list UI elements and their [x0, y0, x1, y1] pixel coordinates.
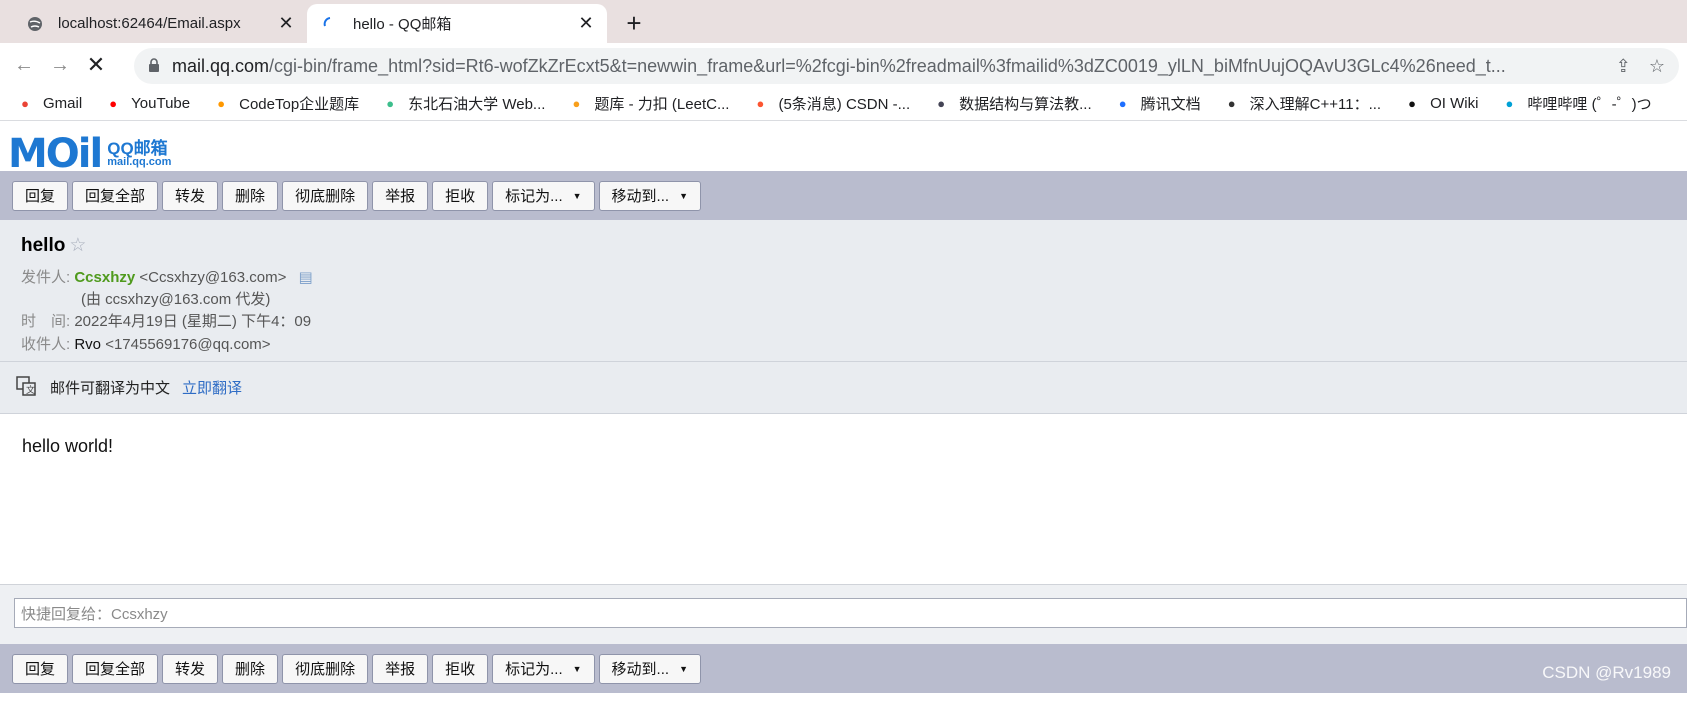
url-text: mail.qq.com/cgi-bin/frame_html?sid=Rt6-w…: [172, 55, 1506, 76]
mail-header-bar: MOil QQ邮箱 mail.qq.com: [0, 121, 1687, 177]
youtube-icon: ●: [109, 96, 118, 111]
star-icon[interactable]: ☆: [69, 234, 86, 257]
svg-text:文: 文: [26, 384, 35, 396]
bookmark-item[interactable]: ● 深入理解C++11：...: [1223, 93, 1381, 114]
forward-button[interactable]: 转发: [162, 653, 219, 684]
tab-title: hello - QQ邮箱: [353, 16, 452, 33]
translate-text: 邮件可翻译为中文: [50, 380, 171, 397]
time-row: 时 间: 2022年4月19日 (星期二) 下午4：09: [21, 313, 312, 330]
mail-toolbar-top: 回复 回复全部 转发 删除 彻底删除 举报 拒收 标记为... ▼ 移动到... ▼: [0, 171, 1687, 220]
reply-all-button[interactable]: 回复全部: [72, 653, 159, 684]
mark-as-dropdown[interactable]: 标记为... ▼: [492, 653, 595, 684]
leetcode-icon: ●: [572, 96, 581, 111]
tencent-docs-icon: ●: [1118, 96, 1127, 111]
move-to-dropdown[interactable]: 移动到... ▼: [598, 180, 701, 211]
new-tab-button[interactable]: +: [620, 8, 648, 38]
bookmark-item[interactable]: ● YouTube: [104, 95, 190, 113]
stop-loading-icon[interactable]: ✕: [78, 47, 114, 83]
browser-tab-strip: localhost:62464/Email.aspx ✕ hello - QQ邮…: [0, 0, 1687, 43]
bookmark-item[interactable]: ● CodeTop企业题库: [212, 93, 359, 114]
codetop-icon: ●: [217, 96, 226, 111]
sender-name[interactable]: Ccsxhzy: [74, 269, 135, 286]
bilibili-icon: ●: [1505, 96, 1514, 111]
close-tab-icon[interactable]: ✕: [275, 13, 297, 35]
oiwiki-icon: ●: [1408, 96, 1417, 111]
from-row: 发件人: Ccsxhzy <Ccsxhzy@163.com> ▤: [21, 269, 313, 286]
to-row: 收件人: Rvo <1745569176@qq.com>: [21, 336, 271, 353]
delete-forever-button[interactable]: 彻底删除: [282, 180, 369, 211]
bookmark-item[interactable]: ● 题库 - 力扣 (LeetC...: [567, 93, 729, 114]
reject-button[interactable]: 拒收: [432, 653, 489, 684]
mail-body-text: hello world!: [22, 436, 114, 456]
bookmark-item[interactable]: ● 哔哩哔哩 (゜-゜)つ: [1500, 93, 1651, 114]
contact-card-icon[interactable]: ▤: [299, 269, 313, 286]
bookmark-item[interactable]: ● (5条消息) CSDN -...: [751, 93, 911, 114]
forward-icon[interactable]: →: [42, 47, 78, 83]
bookmark-star-icon[interactable]: ☆: [1649, 56, 1665, 77]
bookmark-item[interactable]: ● Gmail: [16, 95, 82, 113]
delete-button[interactable]: 删除: [222, 180, 279, 211]
recipient-address: <1745569176@qq.com>: [105, 336, 271, 353]
reject-button[interactable]: 拒收: [432, 180, 489, 211]
move-to-dropdown[interactable]: 移动到... ▼: [598, 653, 701, 684]
share-icon[interactable]: ⇪: [1616, 56, 1631, 77]
tab-localhost[interactable]: localhost:62464/Email.aspx ✕: [12, 4, 307, 43]
report-button[interactable]: 举报: [372, 180, 429, 211]
caret-down-icon: ▼: [572, 190, 582, 201]
lock-bookmark-icon: ●: [386, 96, 395, 111]
lock-icon[interactable]: [148, 56, 160, 77]
csdn-icon: ●: [756, 96, 765, 111]
tab-title: localhost:62464/Email.aspx: [58, 15, 241, 32]
algo-icon: ●: [937, 96, 946, 111]
close-tab-icon[interactable]: ✕: [575, 13, 597, 35]
address-bar[interactable]: mail.qq.com/cgi-bin/frame_html?sid=Rt6-w…: [134, 48, 1679, 84]
delete-button[interactable]: 删除: [222, 653, 279, 684]
translate-icon: 文: [16, 375, 36, 400]
bookmark-item[interactable]: ● 数据结构与算法教...: [932, 93, 1091, 114]
mail-header: hello ☆ 发件人: Ccsxhzy <Ccsxhzy@163.com> ▤…: [0, 220, 1687, 362]
loading-spinner-icon: [321, 15, 339, 33]
delete-forever-button[interactable]: 彻底删除: [282, 653, 369, 684]
bookmark-item[interactable]: ● 东北石油大学 Web...: [381, 93, 545, 114]
quick-reply-input[interactable]: 快捷回复给：Ccsxhzy: [14, 598, 1687, 628]
gmail-icon: ●: [21, 96, 29, 111]
mail-subject: hello ☆: [21, 234, 87, 257]
mail-body: hello world!: [0, 414, 1687, 584]
reply-all-button[interactable]: 回复全部: [72, 180, 159, 211]
caret-down-icon: ▼: [679, 663, 688, 674]
caret-down-icon: ▼: [679, 190, 688, 201]
globe-icon: ●: [1227, 96, 1236, 111]
bookmark-item[interactable]: ● 腾讯文档: [1114, 93, 1201, 114]
bookmark-item[interactable]: ● OI Wiki: [1403, 95, 1478, 113]
tab-qqmail[interactable]: hello - QQ邮箱 ✕: [307, 4, 607, 43]
translate-bar: 文 邮件可翻译为中文 立即翻译: [0, 362, 1687, 414]
quick-reply-bar: 快捷回复给：Ccsxhzy: [0, 584, 1687, 644]
mail-toolbar-bottom: 回复 回复全部 转发 删除 彻底删除 举报 拒收 标记为... ▼ 移动到... ▼…: [0, 644, 1687, 693]
proxy-note: (由 ccsxhzy@163.com 代发): [81, 291, 271, 308]
reply-button[interactable]: 回复: [12, 653, 69, 684]
back-icon[interactable]: ←: [6, 47, 42, 83]
mark-as-dropdown[interactable]: 标记为... ▼: [492, 180, 595, 211]
report-button[interactable]: 举报: [372, 653, 429, 684]
reply-button[interactable]: 回复: [12, 180, 69, 211]
sender-address: <Ccsxhzy@163.com>: [139, 269, 287, 286]
browser-toolbar: ← → ✕ mail.qq.com/cgi-bin/frame_html?sid…: [0, 43, 1687, 87]
recipient-name[interactable]: Rvo: [74, 336, 101, 353]
qqmail-logo[interactable]: MOil QQ邮箱 mail.qq.com: [8, 131, 171, 177]
translate-now-link[interactable]: 立即翻译: [182, 377, 242, 398]
forward-button[interactable]: 转发: [162, 180, 219, 211]
globe-icon: [26, 15, 44, 33]
csdn-watermark: CSDN @Rv1989: [1542, 663, 1671, 682]
caret-down-icon: ▼: [572, 663, 582, 674]
bookmarks-bar: ● Gmail ● YouTube ● CodeTop企业题库 ● 东北石油大学 Web...…: [0, 87, 1687, 121]
